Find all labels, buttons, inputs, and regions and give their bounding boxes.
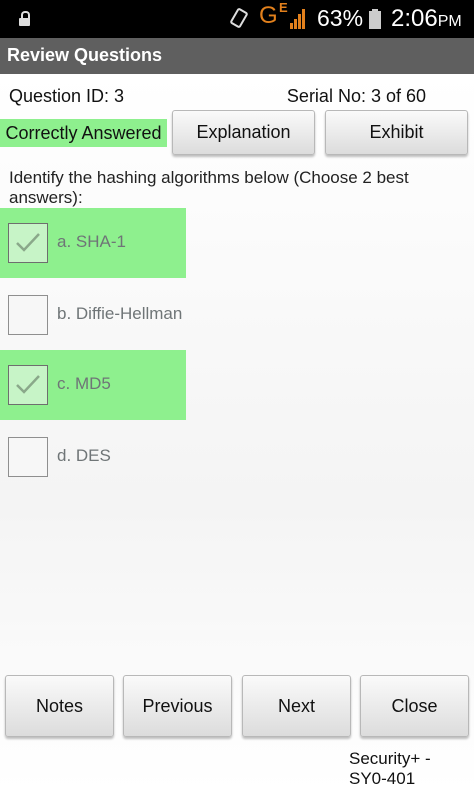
clock-ampm: PM — [437, 13, 462, 30]
network-subtype: E — [279, 0, 288, 15]
exhibit-button[interactable]: Exhibit — [325, 110, 468, 155]
option-a[interactable]: a. SHA-1 — [0, 208, 186, 278]
checkbox[interactable] — [8, 437, 48, 477]
exam-name: Security+ - SY0-401 — [349, 749, 431, 788]
battery-icon — [369, 9, 381, 29]
option-label: b. Diffie-Hellman — [57, 304, 183, 323]
question-id: Question ID: 3 — [9, 86, 125, 106]
page-title: Review Questions — [7, 45, 163, 65]
status-bar: G E 63% 2:06PM — [0, 0, 474, 38]
network-type: G — [259, 2, 278, 29]
clock-time: 2:06 — [391, 5, 438, 32]
title-bar: Review Questions — [0, 38, 474, 74]
notes-button[interactable]: Notes — [5, 675, 114, 737]
checkbox[interactable] — [8, 365, 48, 405]
signal-icon — [290, 9, 305, 29]
battery-percent: 63% — [317, 5, 364, 31]
option-label: c. MD5 — [57, 374, 111, 393]
rotate-icon — [230, 8, 248, 28]
checkbox[interactable] — [8, 223, 48, 263]
option-c[interactable]: c. MD5 — [0, 350, 186, 420]
answer-status-badge: Correctly Answered — [0, 119, 167, 147]
clock: 2:06PM — [391, 5, 462, 33]
serial-number: Serial No: 3 of 60 — [286, 86, 426, 106]
checkmark-icon — [16, 375, 40, 394]
checkbox[interactable] — [8, 295, 48, 335]
lock-icon — [19, 11, 30, 27]
previous-button[interactable]: Previous — [123, 675, 232, 737]
option-b[interactable]: b. Diffie-Hellman — [0, 280, 186, 350]
option-d[interactable]: d. DES — [0, 422, 186, 492]
question-text: Identify the hashing algorithms below (C… — [9, 168, 409, 207]
explanation-button[interactable]: Explanation — [172, 110, 315, 155]
option-label: a. SHA-1 — [57, 232, 126, 251]
option-label: d. DES — [57, 446, 111, 465]
next-button[interactable]: Next — [242, 675, 351, 737]
checkmark-icon — [16, 233, 40, 252]
close-button[interactable]: Close — [360, 675, 469, 737]
